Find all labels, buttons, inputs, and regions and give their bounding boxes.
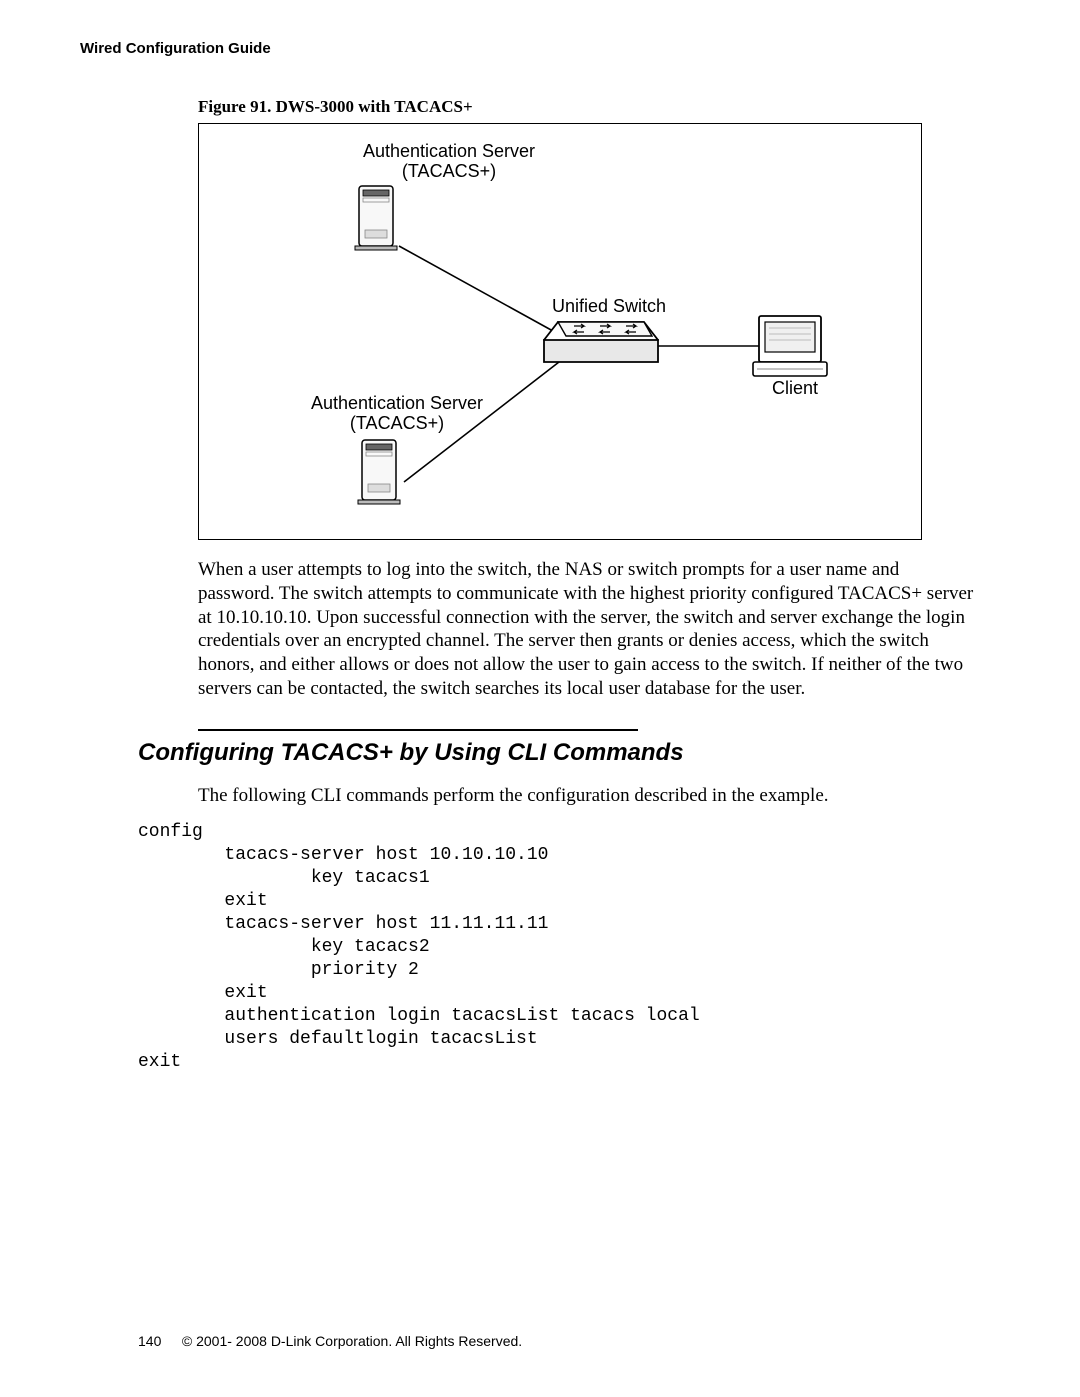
cli-code-block: config tacacs-server host 10.10.10.10 ke… [138,821,980,1074]
section-rule [198,729,638,731]
diagram-svg [199,124,921,539]
figure-caption: Figure 91. DWS-3000 with TACACS+ [198,97,980,117]
server-bottom-icon [358,440,400,504]
content-area: Figure 91. DWS-3000 with TACACS+ Authent… [198,97,980,1074]
page-footer: 140 © 2001- 2008 D-Link Corporation. All… [138,1333,522,1349]
line-bottom-to-switch [404,362,559,482]
page-number: 140 [138,1333,178,1349]
line-top-to-switch [399,246,562,336]
doc-header: Wired Configuration Guide [80,40,1000,57]
figure-lead: Figure 91. [198,97,276,116]
page: Wired Configuration Guide Figure 91. DWS… [0,0,1080,1397]
switch-icon [544,322,658,362]
client-icon [753,316,827,376]
figure-box: Authentication Server (TACACS+) Unified … [198,123,922,540]
copyright-text: © 2001- 2008 D-Link Corporation. All Rig… [182,1333,522,1349]
server-top-icon [355,186,397,250]
intro-line: The following CLI commands perform the c… [198,785,980,807]
section-heading: Configuring TACACS+ by Using CLI Command… [138,739,980,767]
figure-title: DWS-3000 with TACACS+ [276,97,473,116]
body-paragraph: When a user attempts to log into the swi… [198,558,980,701]
